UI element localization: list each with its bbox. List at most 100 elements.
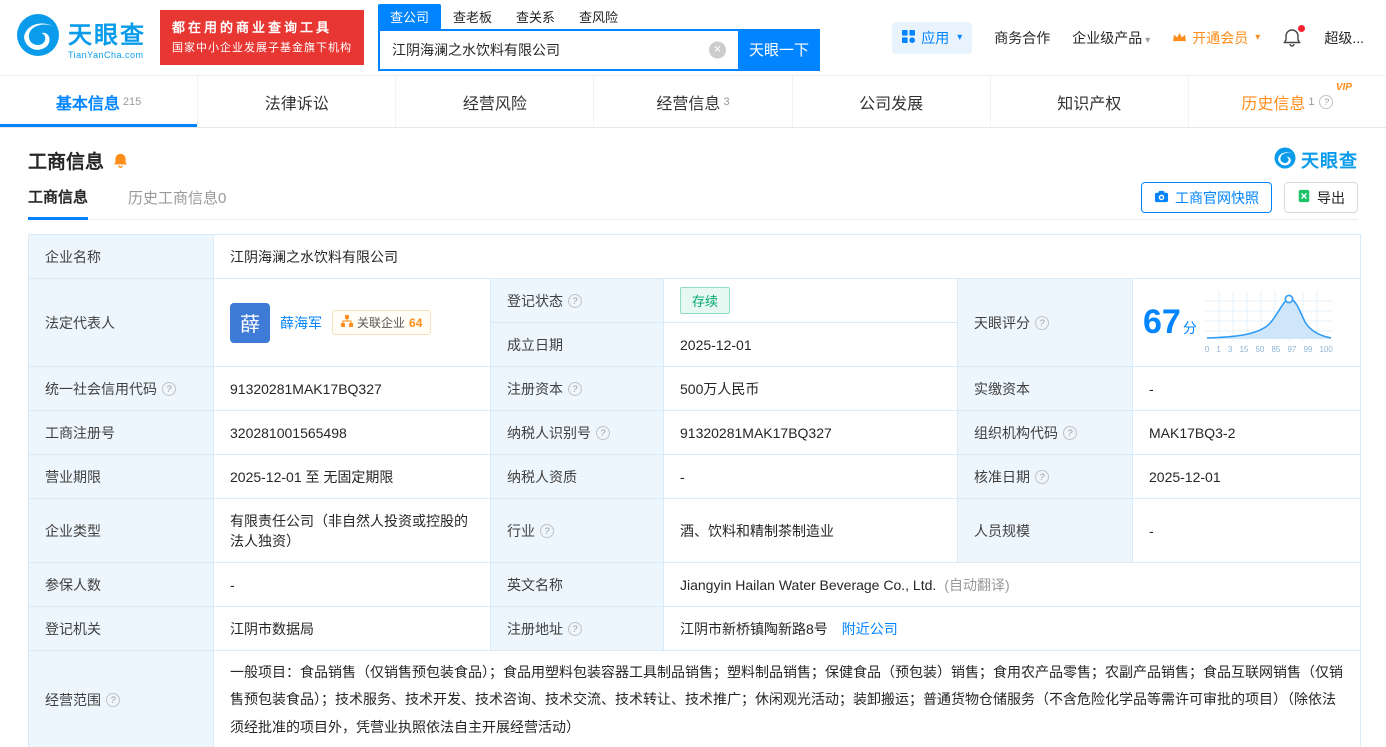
tab-intellectual-property[interactable]: 知识产权 (990, 76, 1188, 127)
label-taxpayer-id: 纳税人识别号 (491, 411, 664, 455)
help-icon[interactable] (1319, 95, 1333, 109)
notification-bell-icon[interactable] (1282, 28, 1302, 48)
value-registered-capital: 500万人民币 (664, 367, 958, 411)
search-input[interactable] (378, 29, 738, 71)
value-legal-representative: 薛 薛海军 关联企业 64 (214, 279, 491, 367)
top-header: 天眼查 TianYanCha.com 都在用的商业查询工具 国家中小企业发展子基… (0, 0, 1386, 76)
export-button[interactable]: 导出 (1284, 182, 1358, 213)
subtab-business-info[interactable]: 工商信息 (28, 176, 88, 220)
official-snapshot-button[interactable]: 工商官网快照 (1141, 182, 1272, 213)
section-watermark-logo: 天眼查 (1274, 147, 1358, 174)
section-header: 工商信息 天眼查 (28, 144, 1358, 176)
search-tab-company[interactable]: 查公司 (378, 4, 441, 29)
related-companies-badge[interactable]: 关联企业 64 (332, 310, 431, 335)
label-registration-number: 工商注册号 (29, 411, 214, 455)
legal-rep-name-link[interactable]: 薛海军 (280, 313, 322, 333)
tab-history-info[interactable]: 历史信息1 VIP (1188, 76, 1386, 127)
value-approval-date: 2025-12-01 (1133, 455, 1361, 499)
tab-legal-litigation[interactable]: 法律诉讼 (197, 76, 395, 127)
value-credit-code: 91320281MAK17BQ327 (214, 367, 491, 411)
value-business-scope: 一般项目：食品销售（仅销售预包装食品）；食品用塑料包装容器工具制品销售；塑料制品… (214, 651, 1361, 747)
tianyancha-logo[interactable]: 天眼查 TianYanCha.com (16, 13, 146, 62)
help-icon[interactable] (568, 622, 582, 636)
help-icon[interactable] (162, 382, 176, 396)
tab-basic-info[interactable]: 基本信息215 (0, 76, 197, 127)
tab-operation-info[interactable]: 经营信息3 (593, 76, 791, 127)
value-taxpayer-quality: - (664, 455, 958, 499)
value-org-code: MAK17BQ3-2 (1133, 411, 1361, 455)
promo-banner: 都在用的商业查询工具 国家中小企业发展子基金旗下机构 (160, 10, 364, 65)
logo-en-text: TianYanCha.com (68, 50, 146, 60)
value-company-name: 江阴海澜之水饮料有限公司 (214, 235, 1361, 279)
legal-rep-avatar[interactable]: 薛 (230, 303, 270, 343)
label-staff-size: 人员规模 (958, 499, 1133, 563)
help-icon[interactable] (568, 294, 582, 308)
search-area: 查公司 查老板 查关系 查风险 天眼一下 (378, 5, 820, 71)
search-button[interactable]: 天眼一下 (738, 29, 820, 71)
score-chart: 0131550859799100 (1205, 291, 1333, 354)
help-icon[interactable] (1035, 470, 1049, 484)
related-companies-count: 64 (409, 316, 422, 330)
label-org-code: 组织机构代码 (958, 411, 1133, 455)
label-approval-date: 核准日期 (958, 455, 1133, 499)
label-registry-authority: 登记机关 (29, 607, 214, 651)
help-icon[interactable] (1035, 316, 1049, 330)
score-axis-ticks: 0131550859799100 (1205, 345, 1333, 354)
logo-cn-text: 天眼查 (68, 15, 146, 50)
promo-banner-line1: 都在用的商业查询工具 (172, 17, 352, 39)
label-registered-address: 注册地址 (491, 607, 664, 651)
nearby-companies-link[interactable]: 附近公司 (842, 621, 898, 637)
help-icon[interactable] (596, 426, 610, 440)
label-legal-representative: 法定代表人 (29, 279, 214, 367)
help-icon[interactable] (1063, 426, 1077, 440)
nav-open-membership[interactable]: 开通会员 (1172, 28, 1260, 48)
tianyancha-eye-icon (16, 13, 60, 62)
tianyancha-eye-icon (1274, 147, 1296, 174)
label-business-term: 营业期限 (29, 455, 214, 499)
help-icon[interactable] (540, 524, 554, 538)
label-english-name: 英文名称 (491, 563, 664, 607)
excel-export-icon (1297, 189, 1311, 206)
label-business-scope: 经营范围 (29, 651, 214, 747)
label-insured-count: 参保人数 (29, 563, 214, 607)
tab-company-development[interactable]: 公司发展 (792, 76, 990, 127)
business-info-table: 企业名称 江阴海澜之水饮料有限公司 法定代表人 薛 薛海军 关联企业 64 登记… (28, 234, 1361, 747)
help-icon[interactable] (106, 693, 120, 707)
search-tab-boss[interactable]: 查老板 (441, 4, 504, 29)
promo-banner-line2: 国家中小企业发展子基金旗下机构 (172, 39, 352, 58)
label-establish-date: 成立日期 (491, 323, 664, 367)
value-english-name: Jiangyin Hailan Water Beverage Co., Ltd.… (664, 563, 1361, 607)
value-registered-address: 江阴市新桥镇陶新路8号附近公司 (664, 607, 1361, 651)
score-value: 67分 (1143, 303, 1197, 342)
value-registration-number: 320281001565498 (214, 411, 491, 455)
auto-translate-note: (自动翻译) (944, 577, 1009, 593)
tab-operation-risk[interactable]: 经营风险 (395, 76, 593, 127)
search-tab-risk[interactable]: 查风险 (567, 4, 630, 29)
search-tabs: 查公司 查老板 查关系 查风险 (378, 5, 820, 29)
apps-button[interactable]: 应用 (892, 22, 972, 54)
camera-icon (1154, 189, 1169, 207)
notification-red-dot (1298, 25, 1305, 32)
label-registered-capital: 注册资本 (491, 367, 664, 411)
header-nav: 应用 商务合作 企业级产品 开通会员 超级... (892, 22, 1370, 54)
vip-badge: VIP (1336, 82, 1352, 93)
monitor-bell-icon[interactable] (112, 152, 129, 169)
help-icon[interactable] (568, 382, 582, 396)
value-insured-count: - (214, 563, 491, 607)
nav-business-cooperation[interactable]: 商务合作 (994, 28, 1050, 48)
label-company-type: 企业类型 (29, 499, 214, 563)
label-tianyan-score: 天眼评分 (958, 279, 1133, 367)
company-section-tabs: 基本信息215 法律诉讼 经营风险 经营信息3 公司发展 知识产权 历史信息1 … (0, 76, 1386, 128)
search-tab-relation[interactable]: 查关系 (504, 4, 567, 29)
crown-icon (1172, 30, 1187, 46)
apps-grid-icon (902, 30, 915, 46)
clear-search-icon[interactable] (709, 41, 726, 58)
label-paid-capital: 实缴资本 (958, 367, 1133, 411)
value-establish-date: 2025-12-01 (664, 323, 958, 367)
tianyan-score-area[interactable]: 67分 0131550859799100 (1133, 279, 1361, 367)
value-registry-authority: 江阴市数据局 (214, 607, 491, 651)
value-paid-capital: - (1133, 367, 1361, 411)
nav-super-vip[interactable]: 超级... (1324, 28, 1364, 48)
nav-enterprise-products[interactable]: 企业级产品 (1072, 28, 1150, 48)
subtab-history-business-info[interactable]: 历史工商信息0 (128, 176, 226, 220)
